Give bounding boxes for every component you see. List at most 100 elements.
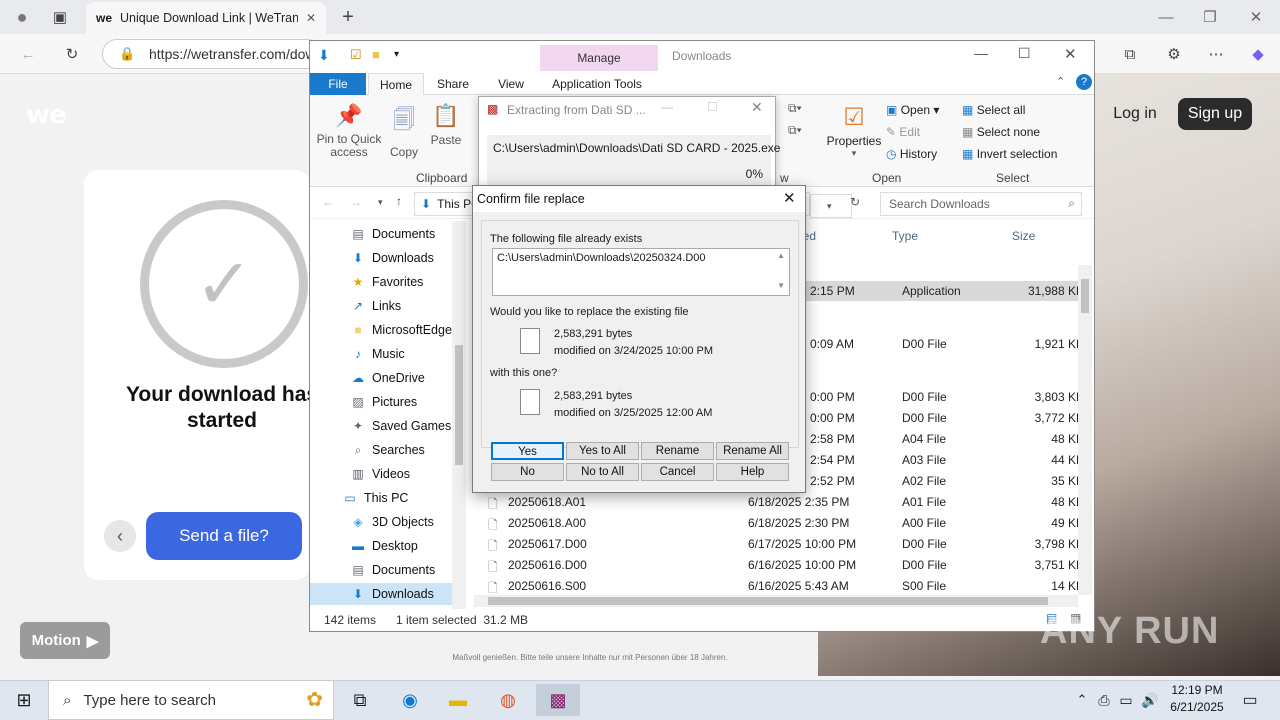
send-file-button[interactable]: Send a file? [146,512,302,560]
no-button[interactable]: No [491,463,564,481]
no-to-all-button[interactable]: No to All [566,463,639,481]
nav-scrollbar[interactable] [452,221,466,609]
nav-item-music[interactable]: ♪ Music [350,343,405,365]
extract-maximize-icon[interactable]: ☐ [707,100,718,114]
active-tab[interactable]: we Unique Download Link | WeTransfer ✕ [86,2,326,34]
nav-scroll-thumb[interactable] [455,345,463,465]
motion-button[interactable]: Motion ▶ [20,622,110,659]
close-tab-icon[interactable]: ✕ [306,11,316,25]
nav-item-downloads-pc[interactable]: ⬇ Downloads [310,583,452,605]
minimize-window-icon[interactable]: — [1154,5,1178,29]
help-icon[interactable]: ? [1076,74,1092,90]
back-arrow-button[interactable]: ‹ [104,520,136,552]
nav-item-pictures[interactable]: ▨ Pictures [350,391,417,413]
login-button[interactable]: Log in [1102,98,1168,130]
file-row[interactable]: 🗋 20250616.D00 6/16/2025 10:00 PM D00 Fi… [488,555,1088,575]
nav-item-microsoftedge[interactable]: ■ MicrosoftEdge [350,319,452,341]
refresh-icon[interactable]: ↻ [850,195,860,209]
file-row[interactable]: 🗋 20250616.S00 6/16/2025 5:43 AM S00 Fil… [488,576,1088,594]
nav-back-icon[interactable]: ← [322,195,334,209]
restore-window-icon[interactable]: ❐ [1198,5,1222,29]
taskbar-clock[interactable]: 12:19 PM 6/21/2025 [1162,682,1232,716]
column-type[interactable]: Type [892,229,918,243]
tab-view[interactable]: View [486,73,536,95]
nav-item-desktop[interactable]: ▬ Desktop [350,535,418,557]
path-scroll-down-icon[interactable]: ▼ [777,281,785,290]
nav-item-documents-pc[interactable]: ▤ Documents [350,559,435,581]
tab-application-tools[interactable]: Application Tools [542,73,652,95]
new-tab-icon[interactable]: + [336,5,360,29]
nav-item-searches[interactable]: ⌕ Searches [350,439,425,461]
nav-item-favorites[interactable]: ★ Favorites [350,271,424,293]
search-box[interactable]: Search Downloads ⌕ [880,192,1082,216]
edit-button[interactable]: ✎ Edit [886,125,920,139]
file-scroll-thumb[interactable] [1081,279,1089,313]
quick-access-down-icon[interactable]: ⬇ [318,47,330,64]
existing-path-box[interactable]: C:\Users\admin\Downloads\20250324.D00 ▲ … [492,248,790,296]
column-size[interactable]: Size [1012,229,1035,243]
file-row[interactable]: 🗋 20250617.D00 6/17/2025 10:00 PM D00 Fi… [488,534,1088,554]
nav-item-onedrive[interactable]: ☁ OneDrive [350,367,425,389]
rename-button[interactable]: Rename [641,442,714,460]
collections-icon[interactable]: ⧉ [1118,42,1142,66]
firefox-icon[interactable]: ◍ [490,684,526,716]
pin-quick-access-button[interactable]: 📌 Pin to Quick access [316,103,382,159]
nav-item-this-pc[interactable]: ▭ This PC [342,487,408,509]
file-row[interactable]: 🗋 20250618.A01 6/18/2025 2:35 PM A01 Fil… [488,492,1088,512]
confirm-close-icon[interactable]: ✕ [783,189,796,207]
file-row[interactable]: 🗋 20250618.A00 6/18/2025 2:30 PM A00 Fil… [488,513,1088,533]
edge-icon[interactable]: ◉ [392,684,428,716]
help-button[interactable]: Help [716,463,789,481]
nav-forward-icon[interactable]: → [350,195,362,209]
copy-to-icon[interactable]: ⧉▾ [788,123,802,138]
tab-home[interactable]: Home [368,73,424,95]
file-hscroll-thumb[interactable] [488,597,1048,605]
nav-item-links[interactable]: ↗ Links [350,295,401,317]
winrar-taskbar-icon[interactable]: ▩ [536,684,580,716]
up-folder-icon[interactable]: ↑ [396,194,402,208]
more-menu-icon[interactable]: ⋯ [1204,42,1228,66]
paste-button[interactable]: 📋 Paste [428,103,464,147]
properties-button[interactable]: ☑ Properties ▾ [826,103,882,159]
start-windows-icon[interactable]: ⊞ [6,684,42,716]
nav-item-videos[interactable]: ▥ Videos [350,463,410,485]
nav-item-saved-games[interactable]: ✦ Saved Games [350,415,451,437]
recent-locations-icon[interactable]: ▾ [378,197,383,208]
path-scroll-up-icon[interactable]: ▲ [777,251,785,260]
nav-item-3d-objects[interactable]: ◈ 3D Objects [350,511,433,533]
notifications-icon[interactable]: ▭ [1232,684,1268,716]
extensions-icon[interactable]: ⚙ [1162,42,1186,66]
breadcrumb-dropdown-icon[interactable]: ▾ [810,194,852,218]
wetransfer-logo[interactable]: we [26,100,67,130]
profile-avatar-icon[interactable]: ● [10,5,34,29]
nav-item-downloads[interactable]: ⬇ Downloads [350,247,434,269]
back-icon[interactable]: ← [16,42,40,66]
taskbar-search[interactable]: ⌕ Type here to search ✿ [48,680,334,720]
tab-file[interactable]: File [310,73,366,95]
copy-button[interactable]: 🗐 Copy [386,103,422,159]
extract-minimize-icon[interactable]: — [661,100,673,114]
cancel-button[interactable]: Cancel [641,463,714,481]
file-explorer-icon[interactable]: ▬ [440,684,476,716]
file-vertical-scrollbar[interactable] [1078,265,1092,595]
history-button[interactable]: ◷ History [886,147,937,161]
open-button[interactable]: ▣ Open ▾ [886,103,939,117]
collapse-ribbon-icon[interactable]: ⌃ [1056,75,1065,88]
nav-item-documents[interactable]: ▤ Documents [350,223,435,245]
tab-share[interactable]: Share [428,73,478,95]
select-none-button[interactable]: ▦ Select none [962,125,1040,139]
manage-tab[interactable]: Manage [540,45,658,71]
yes-to-all-button[interactable]: Yes to All [566,442,639,460]
close-window-icon[interactable]: ✕ [1244,5,1268,29]
reload-icon[interactable]: ↻ [60,42,84,66]
properties-quick-icon[interactable]: ☑ [350,47,362,63]
new-folder-quick-icon[interactable]: ■ [372,47,380,62]
move-to-icon[interactable]: ⧉▾ [788,101,802,116]
invert-selection-button[interactable]: ▦ Invert selection [962,147,1057,161]
address-bar[interactable]: 🔒 https://wetransfer.com/downloads [102,39,322,69]
copilot-icon[interactable]: ◆ [1246,42,1270,66]
yes-button[interactable]: Yes [491,442,564,460]
explorer-maximize-icon[interactable]: ☐ [1018,45,1031,62]
task-view-icon[interactable]: ⧉ [342,684,378,716]
tab-actions-icon[interactable]: ▣ [48,5,72,29]
